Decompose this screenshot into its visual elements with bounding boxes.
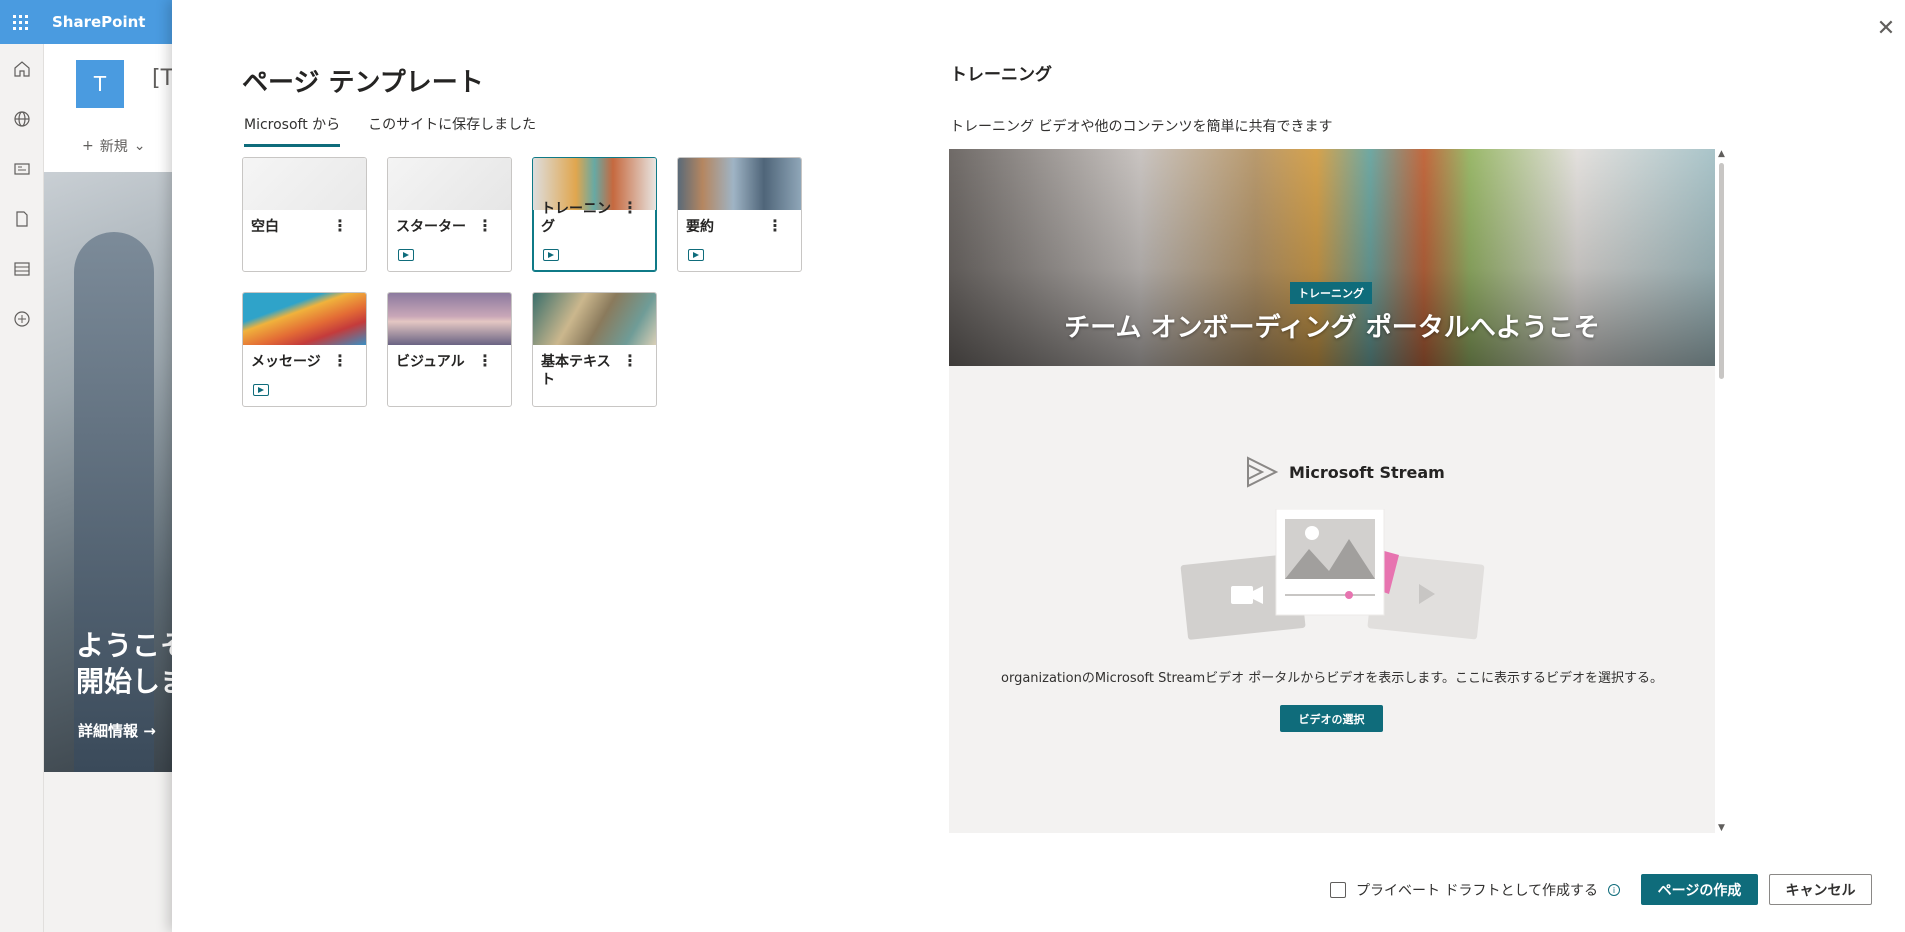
tab-saved-on-site[interactable]: このサイトに保存しました bbox=[368, 114, 536, 147]
preview-frame: トレーニング チーム オンボーディング ポータルへようこそ Microsoft … bbox=[949, 149, 1715, 833]
scroll-down-icon[interactable]: ▼ bbox=[1718, 823, 1725, 833]
stream-play-icon bbox=[1247, 456, 1279, 488]
private-draft-option: プライベート ドラフトとして作成する i bbox=[1330, 880, 1621, 900]
template-label: スターター bbox=[396, 219, 466, 235]
template-label: メッセージ bbox=[251, 354, 321, 370]
create-page-button[interactable]: ページの作成 bbox=[1641, 874, 1758, 905]
private-draft-checkbox[interactable] bbox=[1330, 882, 1346, 898]
template-thumbnail bbox=[388, 293, 511, 345]
template-thumbnail bbox=[388, 158, 511, 210]
template-label: 基本テキスト bbox=[541, 354, 611, 388]
preview-scrollbar[interactable]: ▲ ▼ bbox=[1716, 149, 1728, 833]
video-icon bbox=[543, 249, 559, 261]
template-label: ビジュアル bbox=[396, 354, 465, 370]
preview-topic-tag: トレーニング bbox=[1290, 282, 1372, 304]
more-options-icon[interactable]: ⋮ bbox=[622, 351, 638, 370]
template-label: 空白 bbox=[251, 219, 279, 235]
video-icon bbox=[253, 384, 269, 396]
stream-logo: Microsoft Stream bbox=[1245, 455, 1445, 489]
new-command[interactable]: + 新規 ⌄ bbox=[82, 136, 145, 156]
video-illustration bbox=[1180, 509, 1485, 640]
more-options-icon[interactable]: ⋮ bbox=[767, 216, 783, 235]
video-icon bbox=[688, 249, 704, 261]
video-icon bbox=[398, 249, 414, 261]
cancel-button[interactable]: キャンセル bbox=[1769, 874, 1872, 905]
template-card-starter[interactable]: スターター ⋮ bbox=[387, 157, 512, 272]
left-rail bbox=[0, 44, 44, 932]
more-options-icon[interactable]: ⋮ bbox=[332, 216, 348, 235]
globe-icon[interactable] bbox=[0, 94, 44, 144]
more-options-icon[interactable]: ⋮ bbox=[477, 351, 493, 370]
template-thumbnail bbox=[243, 293, 366, 345]
template-tabs: Microsoft から このサイトに保存しました bbox=[244, 114, 536, 147]
template-card-training[interactable]: トレーニング ⋮ bbox=[532, 157, 657, 272]
select-video-button[interactable]: ビデオの選択 bbox=[1280, 705, 1383, 732]
site-name[interactable]: [T bbox=[152, 66, 174, 91]
app-launcher-icon[interactable] bbox=[0, 0, 40, 44]
private-draft-label[interactable]: プライベート ドラフトとして作成する bbox=[1356, 880, 1598, 900]
new-label: 新規 bbox=[99, 139, 128, 155]
app-title[interactable]: SharePoint bbox=[52, 13, 145, 31]
preview-heading: チーム オンボーディング ポータルへようこそ bbox=[1064, 313, 1600, 343]
scrollbar-thumb[interactable] bbox=[1719, 163, 1724, 379]
news-icon[interactable] bbox=[0, 144, 44, 194]
hero-more-link[interactable]: 詳細情報 → bbox=[78, 720, 156, 741]
template-thumbnail bbox=[243, 158, 366, 210]
document-icon[interactable] bbox=[0, 194, 44, 244]
list-icon[interactable] bbox=[0, 244, 44, 294]
preview-title: トレーニング bbox=[950, 65, 1052, 85]
template-card-summary[interactable]: 要約 ⋮ bbox=[677, 157, 802, 272]
close-icon[interactable]: ✕ bbox=[1876, 16, 1896, 41]
template-label: 要約 bbox=[686, 219, 714, 235]
suite-bar: SharePoint bbox=[0, 0, 172, 44]
tab-from-microsoft[interactable]: Microsoft から bbox=[244, 114, 341, 147]
template-thumbnail bbox=[678, 158, 801, 210]
home-icon[interactable] bbox=[0, 44, 44, 94]
template-card-blank[interactable]: 空白 ⋮ bbox=[242, 157, 367, 272]
stream-name: Microsoft Stream bbox=[1289, 462, 1445, 482]
more-options-icon[interactable]: ⋮ bbox=[477, 216, 493, 235]
template-card-basic-text[interactable]: 基本テキスト ⋮ bbox=[532, 292, 657, 407]
template-thumbnail bbox=[533, 293, 656, 345]
more-options-icon[interactable]: ⋮ bbox=[622, 198, 638, 217]
preview-info-text: organizationのMicrosoft Streamビデオ ポータルからビ… bbox=[1001, 671, 1663, 686]
scroll-up-icon[interactable]: ▲ bbox=[1718, 149, 1725, 159]
info-icon[interactable]: i bbox=[1608, 884, 1621, 896]
panel-title: ページ テンプレート bbox=[242, 68, 484, 98]
preview-description: トレーニング ビデオや他のコンテンツを簡単に共有できます bbox=[950, 119, 1333, 135]
template-card-message[interactable]: メッセージ ⋮ bbox=[242, 292, 367, 407]
add-circle-icon[interactable] bbox=[0, 294, 44, 344]
template-label: トレーニング bbox=[541, 201, 611, 235]
more-options-icon[interactable]: ⋮ bbox=[332, 351, 348, 370]
template-card-visual[interactable]: ビジュアル ⋮ bbox=[387, 292, 512, 407]
plus-icon: + bbox=[82, 138, 94, 154]
chevron-down-icon: ⌄ bbox=[133, 138, 146, 154]
site-logo[interactable]: T bbox=[76, 60, 124, 108]
